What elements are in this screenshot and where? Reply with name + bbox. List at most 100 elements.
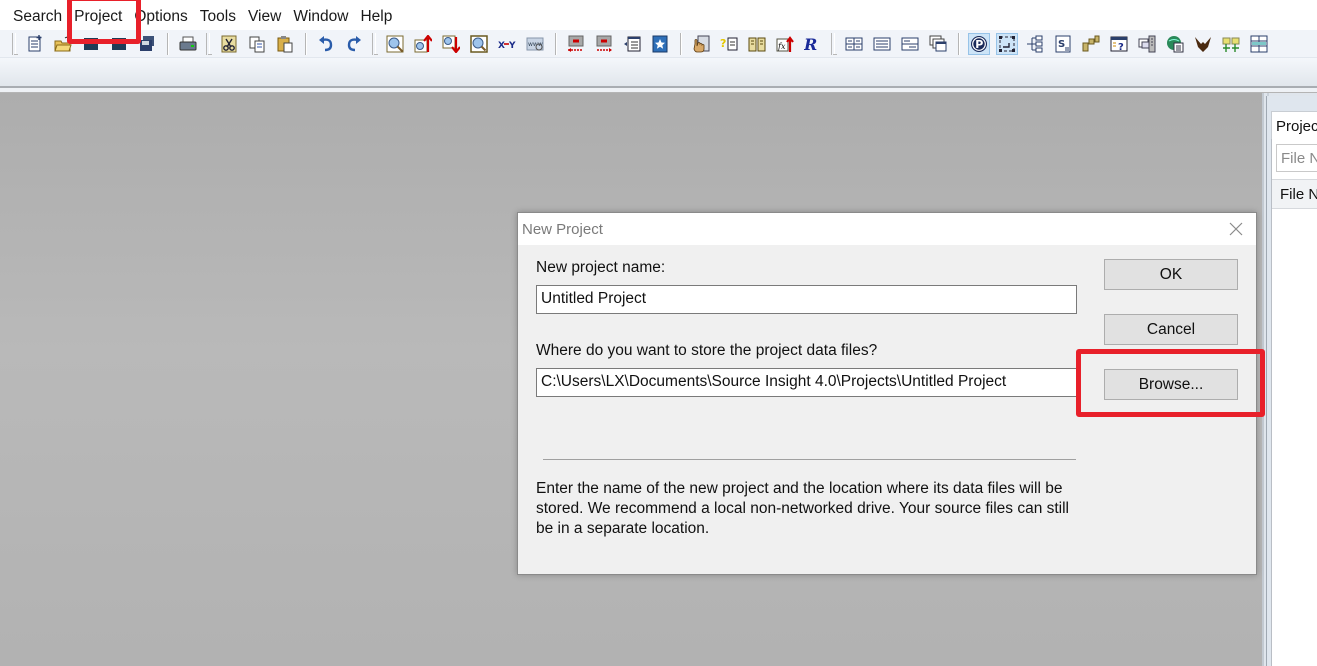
- browse-book-button[interactable]: [746, 33, 768, 55]
- ok-button[interactable]: OK: [1104, 259, 1238, 290]
- project-name-input[interactable]: Untitled Project: [536, 285, 1077, 314]
- toolbar-separator: [167, 32, 168, 55]
- file-name-column-header[interactable]: File Name: [1272, 179, 1317, 209]
- symbol-lookup-icon: [693, 35, 710, 52]
- menu-search[interactable]: Search: [6, 0, 68, 30]
- svg-text:R: R: [804, 35, 817, 53]
- project-window-button[interactable]: P: [968, 32, 990, 55]
- undo-icon: [319, 35, 333, 51]
- close-button[interactable]: [1226, 219, 1246, 239]
- search-button[interactable]: [384, 33, 406, 55]
- project-window-icon: P: [971, 35, 987, 52]
- menu-view[interactable]: View: [242, 0, 287, 30]
- new-file-icon: [28, 34, 42, 51]
- layout-split-button[interactable]: [843, 33, 865, 55]
- go-forward-button[interactable]: [593, 33, 615, 55]
- new-file-button[interactable]: [24, 33, 46, 55]
- bookmark-button[interactable]: [649, 33, 671, 55]
- menu-tools[interactable]: Tools: [194, 0, 242, 30]
- layout-list-icon: [873, 37, 891, 50]
- go-back-button[interactable]: [565, 33, 587, 55]
- symbol-tree-button[interactable]: [1024, 33, 1046, 55]
- svg-text:?: ?: [1118, 42, 1124, 53]
- project-panel: Project File Name File Name: [1266, 96, 1317, 666]
- toolbar-separator: [555, 32, 556, 55]
- save-as-button[interactable]: [108, 33, 130, 55]
- function-up-button[interactable]: fx: [774, 33, 796, 55]
- redo-button[interactable]: [343, 33, 365, 55]
- project-panel-body: File Name File Name: [1271, 139, 1317, 666]
- globe-icon: [1167, 35, 1184, 52]
- file-compare-icon: [1138, 35, 1156, 52]
- save-all-button[interactable]: [136, 33, 158, 55]
- layout-detail-button[interactable]: [899, 33, 921, 55]
- search-icon: [386, 35, 404, 52]
- cut-button[interactable]: [218, 33, 240, 55]
- toolbar-grip[interactable]: [206, 32, 212, 55]
- sync-button[interactable]: [1220, 33, 1242, 55]
- cancel-button[interactable]: Cancel: [1104, 314, 1238, 345]
- svg-text:?: ?: [720, 37, 726, 50]
- bird-icon: [1195, 36, 1211, 52]
- close-icon: [1229, 222, 1243, 236]
- globe-button[interactable]: [1164, 33, 1186, 55]
- toolbar-grip[interactable]: [12, 32, 18, 55]
- layout-detail-icon: [901, 37, 919, 50]
- menu-window[interactable]: Window: [287, 0, 354, 30]
- symbol-tree-icon: [1027, 35, 1043, 52]
- jump-to-list-icon: [624, 36, 641, 51]
- context-window-button[interactable]: [996, 32, 1018, 55]
- bird-button[interactable]: [1192, 33, 1214, 55]
- replace-button[interactable]: XY: [496, 33, 518, 55]
- cascade-windows-button[interactable]: [927, 33, 949, 55]
- copy-button[interactable]: [246, 33, 268, 55]
- search-files-button[interactable]: [468, 33, 490, 55]
- project-name-label: New project name:: [536, 259, 666, 276]
- location-input[interactable]: C:\Users\LX\Documents\Source Insight 4.0…: [536, 368, 1077, 397]
- sync-icon: [1222, 37, 1240, 52]
- svg-text:P: P: [975, 38, 983, 51]
- call-graph-button[interactable]: [1080, 33, 1102, 55]
- browse-book-icon: [748, 37, 766, 51]
- undo-button[interactable]: [315, 33, 337, 55]
- help-panel-button[interactable]: ?: [1108, 33, 1130, 55]
- print-button[interactable]: [177, 33, 199, 55]
- toolbar-grip[interactable]: [831, 32, 837, 55]
- layout-list-button[interactable]: [871, 33, 893, 55]
- save-all-icon: [140, 35, 154, 51]
- relation-button[interactable]: R: [802, 33, 824, 55]
- jump-to-list-button[interactable]: [621, 33, 643, 55]
- open-folder-button[interactable]: [52, 33, 74, 55]
- file-compare-button[interactable]: [1136, 33, 1158, 55]
- search-web-button[interactable]: www: [524, 33, 546, 55]
- symbol-lookup-button[interactable]: [690, 33, 712, 55]
- browse-button[interactable]: Browse...: [1104, 369, 1238, 400]
- search-forward-button[interactable]: [440, 33, 462, 55]
- symbol-info-icon: ?: [720, 37, 738, 50]
- layout-split-icon: [845, 37, 863, 50]
- new-project-dialog: New Project New project name: Untitled P…: [517, 212, 1257, 575]
- toolbar-separator: [305, 32, 306, 55]
- menu-project[interactable]: Project: [68, 0, 128, 30]
- toolbar-separator: [680, 32, 681, 55]
- paste-button[interactable]: [274, 33, 296, 55]
- dialog-title: New Project: [522, 221, 603, 238]
- replace-icon: XY: [498, 41, 516, 51]
- toolbar-separator: [958, 32, 959, 55]
- main-toolbar: X Y www? fx R P S?: [0, 30, 1317, 58]
- tab-project[interactable]: Project: [1271, 111, 1317, 139]
- svg-text:X: X: [498, 41, 505, 51]
- search-backward-button[interactable]: [412, 33, 434, 55]
- file-name-search-input[interactable]: File Name: [1276, 144, 1317, 172]
- function-up-icon: fx: [776, 35, 794, 52]
- toolbar-grip[interactable]: [372, 32, 378, 55]
- source-button[interactable]: S: [1052, 33, 1074, 55]
- cut-icon: [221, 35, 237, 52]
- secondary-toolbar-band: [0, 58, 1317, 92]
- grid-view-button[interactable]: [1248, 33, 1270, 55]
- menu-help[interactable]: Help: [354, 0, 398, 30]
- save-button[interactable]: [80, 33, 102, 55]
- menu-options[interactable]: Options: [128, 0, 193, 30]
- bookmark-icon: [652, 35, 668, 52]
- symbol-info-button[interactable]: ?: [718, 33, 740, 55]
